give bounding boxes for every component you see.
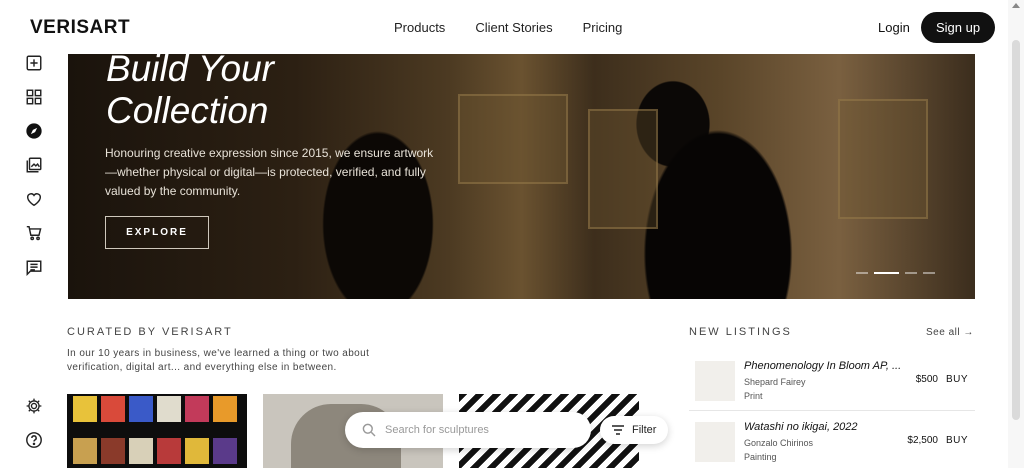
listing-title[interactable]: Watashi no ikigai, 2022 xyxy=(744,421,914,433)
dashboard-icon[interactable] xyxy=(24,87,44,107)
curated-card[interactable] xyxy=(67,394,247,468)
cart-icon[interactable] xyxy=(24,223,44,243)
main-nav: Products Client Stories Pricing xyxy=(394,20,622,35)
listing-price: $2,500 xyxy=(907,435,938,446)
carousel-dots xyxy=(856,272,935,274)
listing-item[interactable]: Watashi no ikigai, 2022 Gonzalo Chirinos… xyxy=(689,418,975,468)
explore-button[interactable]: EXPLORE xyxy=(105,216,209,249)
curated-section-title: CURATED BY VERISART xyxy=(67,326,233,338)
explore-compass-icon[interactable] xyxy=(24,121,44,141)
poster-thumbnail xyxy=(213,396,237,422)
listing-title[interactable]: Phenomenology In Bloom AP, ... xyxy=(744,360,914,372)
hero-banner[interactable]: Build Your Collection Honouring creative… xyxy=(68,54,975,299)
listing-divider xyxy=(689,410,975,411)
new-listings-title: NEW LISTINGS xyxy=(689,326,792,338)
listing-thumbnail xyxy=(695,361,735,401)
add-box-icon[interactable] xyxy=(24,53,44,73)
search-icon xyxy=(362,423,376,437)
scroll-up-arrow-icon[interactable] xyxy=(1012,3,1020,8)
filter-button[interactable]: Filter xyxy=(600,416,668,444)
poster-thumbnail xyxy=(157,396,181,422)
nav-client-stories[interactable]: Client Stories xyxy=(475,20,552,35)
filter-label: Filter xyxy=(632,424,657,436)
gear-icon[interactable] xyxy=(24,396,44,416)
carousel-dot-active[interactable] xyxy=(874,272,899,274)
logo[interactable]: VERISART xyxy=(30,17,130,39)
buy-button[interactable]: BUY xyxy=(946,435,968,446)
listing-medium: Print xyxy=(744,391,763,401)
search-input[interactable] xyxy=(385,421,575,439)
signup-button[interactable]: Sign up xyxy=(921,12,995,43)
listing-medium: Painting xyxy=(744,452,777,462)
background-artwork-frame xyxy=(838,99,928,219)
message-icon[interactable] xyxy=(24,258,44,278)
carousel-dot[interactable] xyxy=(905,272,917,274)
gallery-icon[interactable] xyxy=(24,155,44,175)
listing-thumbnail xyxy=(695,422,735,462)
top-header: VERISART Products Client Stories Pricing… xyxy=(0,0,1008,54)
nav-products[interactable]: Products xyxy=(394,20,445,35)
poster-thumbnail xyxy=(129,438,153,464)
buy-button[interactable]: BUY xyxy=(946,374,968,385)
poster-thumbnail xyxy=(129,396,153,422)
page-scrollbar[interactable] xyxy=(1008,0,1024,468)
carousel-dot[interactable] xyxy=(856,272,868,274)
hero-title-line-1: Build Your xyxy=(106,54,274,89)
curated-section-description: In our 10 years in business, we've learn… xyxy=(67,348,370,373)
poster-thumbnail xyxy=(73,396,97,422)
listing-item[interactable]: Phenomenology In Bloom AP, ... Shepard F… xyxy=(689,357,975,417)
help-icon[interactable] xyxy=(24,430,44,450)
hero-title: Build Your Collection xyxy=(106,54,274,132)
poster-thumbnail xyxy=(101,396,125,422)
background-artwork-frame xyxy=(588,109,658,229)
carousel-dot[interactable] xyxy=(923,272,935,274)
poster-thumbnail xyxy=(73,438,97,464)
hero-description: Honouring creative expression since 2015… xyxy=(105,146,434,198)
poster-thumbnail xyxy=(101,438,125,464)
background-artwork-frame xyxy=(458,94,568,184)
listing-artist: Gonzalo Chirinos xyxy=(744,438,814,448)
search-bar[interactable] xyxy=(345,412,591,448)
scroll-thumb[interactable] xyxy=(1012,40,1020,420)
poster-thumbnail xyxy=(213,438,237,464)
poster-thumbnail xyxy=(185,396,209,422)
listing-artist: Shepard Fairey xyxy=(744,377,806,387)
listing-price: $500 xyxy=(915,374,938,385)
nav-pricing[interactable]: Pricing xyxy=(583,20,623,35)
hero-title-line-2: Collection xyxy=(106,90,269,131)
heart-icon[interactable] xyxy=(24,189,44,209)
see-all-link[interactable]: See all → xyxy=(926,327,974,338)
poster-thumbnail xyxy=(185,438,209,464)
login-link[interactable]: Login xyxy=(878,20,910,35)
poster-thumbnail xyxy=(157,438,181,464)
filter-lines-icon xyxy=(612,425,624,435)
